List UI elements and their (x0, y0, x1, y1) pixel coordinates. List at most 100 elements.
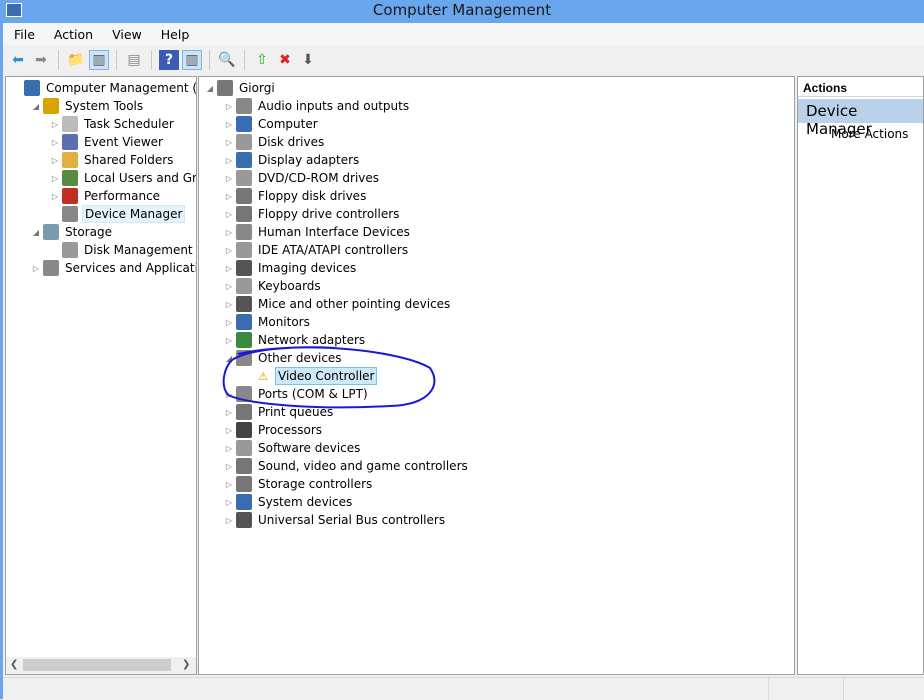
disable-device-icon[interactable]: ⬇ (298, 50, 318, 70)
expanded-arrow-icon[interactable]: ◢ (203, 84, 217, 93)
collapsed-arrow-icon[interactable]: ▷ (222, 390, 236, 399)
collapsed-arrow-icon[interactable]: ▷ (222, 264, 236, 273)
console-tree-item[interactable]: ◢ System Tools (29, 97, 145, 115)
scrollbar-thumb[interactable] (23, 659, 171, 671)
console-tree-item[interactable]: ▷ Event Viewer (48, 133, 165, 151)
device-tree-item[interactable]: ▷ Floppy drive controllers (222, 205, 401, 223)
menu-help[interactable]: Help (150, 23, 198, 45)
toolbar-separator (244, 50, 245, 70)
console-tree-item[interactable]: ▷ Services and Applications (29, 259, 196, 277)
up-folder-icon[interactable]: 📁 (66, 50, 86, 70)
collapsed-arrow-icon[interactable]: ▷ (48, 120, 62, 129)
event-viewer-icon (62, 134, 78, 150)
software-device-icon (236, 440, 252, 456)
collapsed-arrow-icon[interactable]: ▷ (48, 192, 62, 201)
console-tree-item[interactable]: ▷ Performance (48, 187, 162, 205)
scan-hardware-icon[interactable]: 🔍 (217, 50, 237, 70)
collapsed-arrow-icon[interactable]: ▷ (222, 228, 236, 237)
collapsed-arrow-icon[interactable]: ▷ (222, 408, 236, 417)
device-tree-item[interactable]: ▷ Print queues (222, 403, 335, 421)
device-tree-item[interactable]: ▷ System devices (222, 493, 354, 511)
console-tree-item[interactable]: ◢ Storage (29, 223, 114, 241)
collapsed-arrow-icon[interactable]: ▷ (222, 444, 236, 453)
device-tree-item[interactable]: ▷ Ports (COM & LPT) (222, 385, 370, 403)
device-tree-label: Giorgi (239, 81, 275, 95)
collapsed-arrow-icon[interactable]: ▷ (222, 192, 236, 201)
menu-action[interactable]: Action (43, 23, 101, 45)
device-tree-item[interactable]: ▷ Human Interface Devices (222, 223, 412, 241)
device-tree-item[interactable]: ▷ Disk drives (222, 133, 326, 151)
show-hide-console-tree-icon[interactable]: ▥ (89, 50, 109, 70)
device-tree-label: DVD/CD-ROM drives (258, 171, 380, 185)
computer-icon (236, 116, 252, 132)
device-tree-item[interactable]: ▷ IDE ATA/ATAPI controllers (222, 241, 410, 259)
collapsed-arrow-icon[interactable]: ▷ (48, 174, 62, 183)
device-tree-label: Ports (COM & LPT) (258, 387, 368, 401)
device-tree-item[interactable]: ▷ Sound, video and game controllers (222, 457, 470, 475)
collapsed-arrow-icon[interactable]: ▷ (222, 174, 236, 183)
device-tree-item[interactable]: ▷ Network adapters (222, 331, 367, 349)
device-tree-item[interactable]: ▷ Keyboards (222, 277, 323, 295)
collapsed-arrow-icon[interactable]: ▷ (222, 210, 236, 219)
console-tree-item[interactable]: ▷ Local Users and Groups (48, 169, 196, 187)
collapsed-arrow-icon[interactable]: ▷ (222, 318, 236, 327)
tools-icon (43, 98, 59, 114)
properties-icon[interactable]: ▤ (124, 50, 144, 70)
device-tree-item[interactable]: ▷ Universal Serial Bus controllers (222, 511, 447, 529)
help-icon[interactable]: ? (159, 50, 179, 70)
device-tree-label: Storage controllers (258, 477, 373, 491)
device-tree-item[interactable]: ▷ Computer (222, 115, 320, 133)
device-tree-item[interactable]: ▷ Storage controllers (222, 475, 374, 493)
collapsed-arrow-icon[interactable]: ▷ (222, 246, 236, 255)
collapsed-arrow-icon[interactable]: ▷ (222, 282, 236, 291)
device-tree-item[interactable]: ◢ Other devices (222, 349, 344, 367)
forward-icon[interactable]: ➡ (31, 50, 51, 70)
expanded-arrow-icon[interactable]: ◢ (222, 354, 236, 363)
collapsed-arrow-icon[interactable]: ▷ (222, 498, 236, 507)
expanded-arrow-icon[interactable]: ◢ (29, 228, 43, 237)
device-tree-item[interactable]: ◢ Giorgi (203, 79, 277, 97)
device-tree-item[interactable]: ▷ Display adapters (222, 151, 361, 169)
actions-section-device-manager[interactable]: Device Manager (798, 99, 923, 138)
device-tree-item[interactable]: ▷ Software devices (222, 439, 362, 457)
device-tree-item[interactable]: ▷ Processors (222, 421, 324, 439)
collapsed-arrow-icon[interactable]: ▷ (222, 480, 236, 489)
console-tree-item[interactable]: Disk Management (48, 241, 195, 259)
update-driver-icon[interactable]: ⇧ (252, 50, 272, 70)
scroll-left-icon[interactable]: ❮ (10, 659, 18, 670)
device-tree-item[interactable]: ▷ Floppy disk drives (222, 187, 368, 205)
device-tree-item[interactable]: ▷ DVD/CD-ROM drives (222, 169, 381, 187)
device-tree-label: Other devices (258, 351, 342, 365)
horizontal-scrollbar[interactable]: ❮ ❯ (6, 657, 196, 674)
device-tree-item[interactable]: ▷ Audio inputs and outputs (222, 97, 411, 115)
device-tree-item[interactable]: ▷ Monitors (222, 313, 312, 331)
collapsed-arrow-icon[interactable]: ▷ (222, 516, 236, 525)
menu-file[interactable]: File (3, 23, 43, 45)
console-tree-item[interactable]: Device Manager (48, 205, 186, 223)
console-tree-item[interactable]: ▷ Task Scheduler (48, 115, 176, 133)
collapsed-arrow-icon[interactable]: ▷ (48, 156, 62, 165)
collapsed-arrow-icon[interactable]: ▷ (222, 102, 236, 111)
collapsed-arrow-icon[interactable]: ▷ (222, 336, 236, 345)
console-tree-item[interactable]: Computer Management (Local (10, 79, 196, 97)
show-hide-action-pane-icon[interactable]: ▥ (182, 50, 202, 70)
device-tree-label: Floppy drive controllers (258, 207, 400, 221)
collapsed-arrow-icon[interactable]: ▷ (222, 426, 236, 435)
services-icon (43, 260, 59, 276)
console-tree-item[interactable]: ▷ Shared Folders (48, 151, 175, 169)
uninstall-device-icon[interactable]: ✖ (275, 50, 295, 70)
collapsed-arrow-icon[interactable]: ▷ (222, 120, 236, 129)
collapsed-arrow-icon[interactable]: ▷ (29, 264, 43, 273)
collapsed-arrow-icon[interactable]: ▷ (222, 138, 236, 147)
collapsed-arrow-icon[interactable]: ▷ (222, 462, 236, 471)
menu-view[interactable]: View (101, 23, 150, 45)
collapsed-arrow-icon[interactable]: ▷ (48, 138, 62, 147)
device-tree-item[interactable]: ▷ Mice and other pointing devices (222, 295, 452, 313)
device-tree-item[interactable]: ▷ Imaging devices (222, 259, 358, 277)
expanded-arrow-icon[interactable]: ◢ (29, 102, 43, 111)
collapsed-arrow-icon[interactable]: ▷ (222, 156, 236, 165)
scroll-right-icon[interactable]: ❯ (182, 659, 190, 670)
back-icon[interactable]: ⬅ (8, 50, 28, 70)
collapsed-arrow-icon[interactable]: ▷ (222, 300, 236, 309)
device-tree-item[interactable]: ⚠ Video Controller (241, 367, 378, 385)
